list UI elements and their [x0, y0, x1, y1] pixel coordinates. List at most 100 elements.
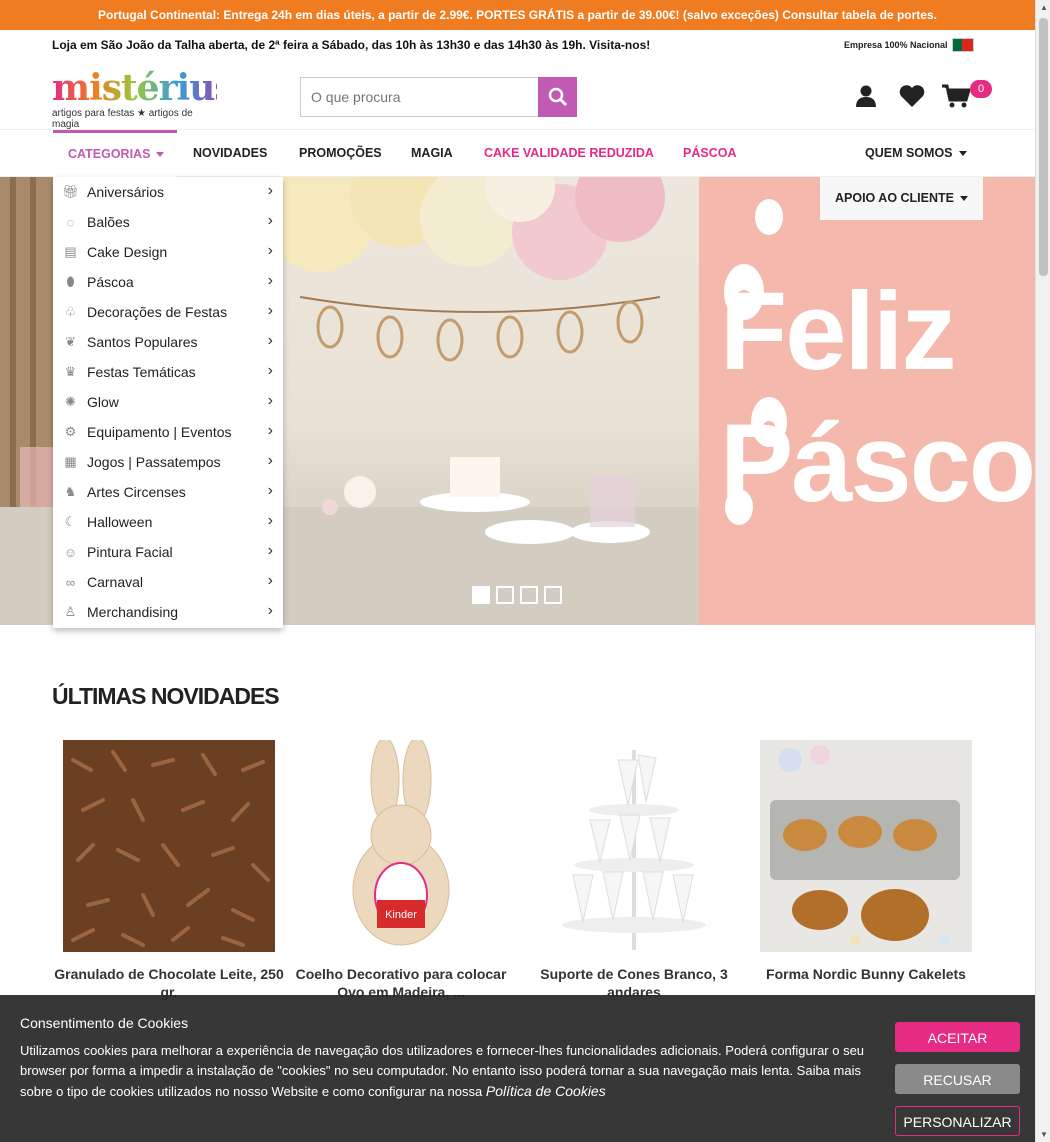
- product-image[interactable]: Kinder: [295, 740, 507, 952]
- carousel-indicators: [472, 586, 562, 604]
- cart-button[interactable]: [942, 82, 970, 110]
- carousel-dot-3[interactable]: [520, 586, 538, 604]
- category-item-equipamento[interactable]: ⚙ Equipamento | Eventos ›: [53, 417, 283, 447]
- carousel-dot-1[interactable]: [472, 586, 490, 604]
- category-item-santos-populares[interactable]: ❦ Santos Populares ›: [53, 327, 283, 357]
- customize-cookies-button[interactable]: PERSONALIZAR: [895, 1106, 1020, 1136]
- chevron-right-icon: ›: [267, 242, 273, 259]
- category-item-cake-design[interactable]: ▤ Cake Design ›: [53, 237, 283, 267]
- heart-icon: [899, 85, 925, 107]
- category-label: Jogos | Passatempos: [87, 454, 221, 470]
- nav-quem-somos-label: QUEM SOMOS: [865, 146, 953, 160]
- category-item-baloes[interactable]: ◌ Balões ›: [53, 207, 283, 237]
- nav-apoio-cliente[interactable]: APOIO AO CLIENTE: [820, 177, 983, 220]
- store-hours-notice[interactable]: Loja em São João da Talha aberta, de 2ª …: [52, 38, 650, 52]
- chevron-right-icon: ›: [267, 272, 273, 289]
- bunny-feet-decoration: [724, 199, 787, 525]
- account-button[interactable]: [852, 82, 880, 110]
- wooden-bunny-image: Kinder: [295, 740, 507, 952]
- product-card[interactable]: Suporte de Cones Branco, 3 andares: [528, 740, 740, 1000]
- product-name[interactable]: Forma Nordic Bunny Cakelets: [750, 965, 982, 983]
- chevron-right-icon: ›: [267, 182, 273, 199]
- category-item-pascoa[interactable]: ⬮ Páscoa ›: [53, 267, 283, 297]
- egg-icon: ⬮: [66, 274, 75, 289]
- balloons-icon: ◌: [66, 214, 75, 230]
- category-item-artes-circenses[interactable]: ♞ Artes Circenses ›: [53, 477, 283, 507]
- product-card[interactable]: Granulado de Chocolate Leite, 250 gr.: [54, 740, 284, 1000]
- carousel-dot-4[interactable]: [544, 586, 562, 604]
- category-item-halloween[interactable]: ☾ Halloween ›: [53, 507, 283, 537]
- caret-down-icon: [960, 196, 968, 202]
- nav-pascoa[interactable]: PÁSCOA: [683, 130, 736, 177]
- category-label: Merchandising: [87, 604, 179, 620]
- reject-cookies-button[interactable]: RECUSAR: [895, 1064, 1020, 1094]
- cookie-policy-link[interactable]: Política de Cookies: [486, 1083, 606, 1099]
- product-card[interactable]: Kinder Coelho Decorativo para colocar Ov…: [295, 740, 507, 1000]
- product-image[interactable]: [528, 740, 740, 952]
- chevron-right-icon: ›: [267, 302, 273, 319]
- bunny-cakelets-image: [760, 740, 972, 952]
- product-card[interactable]: Forma Nordic Bunny Cakelets: [760, 740, 972, 982]
- category-item-pintura-facial[interactable]: ☺ Pintura Facial ›: [53, 537, 283, 567]
- circus-icon: ♞: [64, 484, 77, 499]
- scroll-up-icon[interactable]: ▲: [1040, 3, 1048, 12]
- nav-cake-validade-reduzida[interactable]: CAKE VALIDADE REDUZIDA: [484, 130, 654, 177]
- caret-down-icon: [156, 152, 165, 158]
- chevron-right-icon: ›: [267, 392, 273, 409]
- accept-cookies-button[interactable]: ACEITAR: [895, 1022, 1020, 1052]
- site-logo[interactable]: mistérius artigos para festas ★ artigos …: [52, 67, 235, 130]
- product-image[interactable]: [63, 740, 275, 952]
- chevron-right-icon: ›: [267, 362, 273, 379]
- face-paint-icon: ☺: [63, 544, 78, 560]
- national-label: Empresa 100% Nacional: [844, 40, 948, 50]
- crown-icon: ♛: [64, 364, 77, 379]
- scrollbar-thumb[interactable]: [1039, 18, 1048, 276]
- promo-bar[interactable]: Portugal Continental: Entrega 24h em dia…: [0, 0, 1035, 30]
- category-label: Santos Populares: [87, 334, 198, 350]
- cookie-description: Utilizamos cookies para melhorar a exper…: [20, 1041, 880, 1102]
- category-label: Equipamento | Eventos: [87, 424, 232, 440]
- chevron-right-icon: ›: [267, 512, 273, 529]
- category-item-merchandising[interactable]: ♙ Merchandising ›: [53, 597, 283, 627]
- carousel-dot-2[interactable]: [496, 586, 514, 604]
- nav-categories[interactable]: CATEGORIAS: [53, 130, 177, 177]
- search-input[interactable]: [300, 77, 538, 117]
- sardine-icon: ❦: [65, 334, 76, 349]
- category-item-festas-tematicas[interactable]: ♛ Festas Temáticas ›: [53, 357, 283, 387]
- category-item-jogos[interactable]: ▦ Jogos | Passatempos ›: [53, 447, 283, 477]
- tshirt-icon: ♙: [64, 604, 77, 619]
- caret-down-icon: [958, 151, 967, 157]
- nav-categories-label: CATEGORIAS: [68, 147, 151, 161]
- games-icon: ▦: [64, 454, 77, 469]
- category-item-glow[interactable]: ✺ Glow ›: [53, 387, 283, 417]
- product-image[interactable]: [760, 740, 972, 952]
- category-label: Artes Circenses: [87, 484, 186, 500]
- nav-quem-somos[interactable]: QUEM SOMOS: [865, 130, 967, 177]
- user-icon: [856, 85, 876, 107]
- logo-tagline: artigos para festas ★ artigos de magia: [52, 108, 193, 130]
- promo-text[interactable]: Portugal Continental: Entrega 24h em dia…: [98, 8, 937, 22]
- search-button[interactable]: [538, 77, 577, 117]
- chevron-right-icon: ›: [267, 332, 273, 349]
- search-icon: [548, 87, 567, 107]
- category-item-aniversarios[interactable]: 🎁︎ Aniversários ›: [53, 177, 283, 207]
- category-item-decoracoes[interactable]: ♧ Decorações de Festas ›: [53, 297, 283, 327]
- cookie-title: Consentimento de Cookies: [20, 1015, 189, 1031]
- chevron-right-icon: ›: [267, 452, 273, 469]
- nav-novidades[interactable]: NOVIDADES: [193, 130, 267, 177]
- category-label: Carnaval: [87, 574, 144, 590]
- logo-wordmark: mistérius: [52, 67, 235, 109]
- nav-apoio-label: APOIO AO CLIENTE: [835, 191, 954, 205]
- wishlist-button[interactable]: [898, 82, 926, 110]
- page-scrollbar[interactable]: ▲ ▼: [1035, 0, 1050, 1142]
- category-label: Festas Temáticas: [87, 364, 196, 380]
- chevron-right-icon: ›: [267, 482, 273, 499]
- nav-promocoes[interactable]: PROMOÇÕES: [299, 130, 382, 177]
- scroll-down-icon[interactable]: ▼: [1040, 1130, 1048, 1139]
- category-item-carnaval[interactable]: ∞ Carnaval ›: [53, 567, 283, 597]
- category-dropdown: 🎁︎ Aniversários › ◌ Balões › ▤ Cake Design › ⬮…: [53, 177, 283, 628]
- chevron-right-icon: ›: [267, 212, 273, 229]
- nav-magia[interactable]: MAGIA: [411, 130, 453, 177]
- cart-icon: [942, 84, 970, 108]
- hero-title-line1: Feliz: [720, 270, 956, 393]
